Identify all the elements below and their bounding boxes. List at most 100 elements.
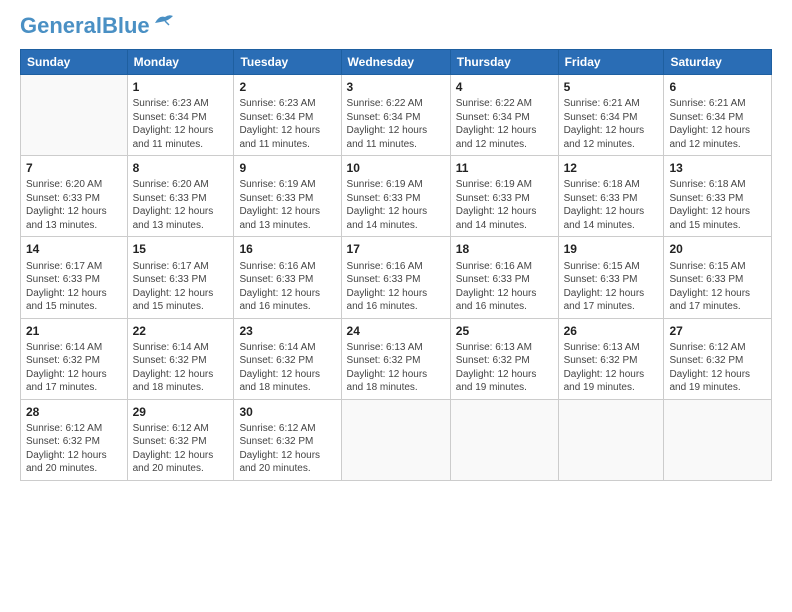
calendar-header-sunday: Sunday — [21, 50, 128, 75]
calendar-week-row: 14 Sunrise: 6:17 AM Sunset: 6:33 PM Dayli… — [21, 237, 772, 318]
day-number: 17 — [347, 241, 445, 257]
logo: GeneralBlue — [20, 15, 175, 37]
day-number: 5 — [564, 79, 659, 95]
day-info: Sunrise: 6:19 AM Sunset: 6:33 PM Dayligh… — [347, 178, 445, 232]
calendar-header-monday: Monday — [127, 50, 234, 75]
day-number: 4 — [456, 79, 553, 95]
day-info: Sunrise: 6:12 AM Sunset: 6:32 PM Dayligh… — [133, 422, 229, 476]
page: GeneralBlue SundayMondayTuesdayWednesday… — [0, 0, 792, 612]
day-info: Sunrise: 6:13 AM Sunset: 6:32 PM Dayligh… — [456, 341, 553, 395]
calendar-cell: 10 Sunrise: 6:19 AM Sunset: 6:33 PM Dayli… — [341, 156, 450, 237]
calendar-cell: 19 Sunrise: 6:15 AM Sunset: 6:33 PM Dayli… — [558, 237, 664, 318]
day-info: Sunrise: 6:16 AM Sunset: 6:33 PM Dayligh… — [347, 260, 445, 314]
calendar-cell — [450, 399, 558, 480]
day-number: 25 — [456, 323, 553, 339]
calendar-header-friday: Friday — [558, 50, 664, 75]
day-number: 2 — [239, 79, 335, 95]
calendar-cell — [21, 75, 128, 156]
day-number: 18 — [456, 241, 553, 257]
calendar-cell: 14 Sunrise: 6:17 AM Sunset: 6:33 PM Dayli… — [21, 237, 128, 318]
day-info: Sunrise: 6:19 AM Sunset: 6:33 PM Dayligh… — [239, 178, 335, 232]
day-info: Sunrise: 6:23 AM Sunset: 6:34 PM Dayligh… — [133, 97, 229, 151]
calendar-cell: 7 Sunrise: 6:20 AM Sunset: 6:33 PM Daylig… — [21, 156, 128, 237]
day-number: 9 — [239, 160, 335, 176]
day-info: Sunrise: 6:12 AM Sunset: 6:32 PM Dayligh… — [669, 341, 766, 395]
calendar-week-row: 28Sunrise: 6:12 AM Sunset: 6:32 PM Dayli… — [21, 399, 772, 480]
logo-blue: Blue — [102, 13, 150, 38]
day-info: Sunrise: 6:12 AM Sunset: 6:32 PM Dayligh… — [239, 422, 335, 476]
day-info: Sunrise: 6:14 AM Sunset: 6:32 PM Dayligh… — [133, 341, 229, 395]
day-info: Sunrise: 6:20 AM Sunset: 6:33 PM Dayligh… — [26, 178, 122, 232]
calendar-header-thursday: Thursday — [450, 50, 558, 75]
day-number: 19 — [564, 241, 659, 257]
day-info: Sunrise: 6:17 AM Sunset: 6:33 PM Dayligh… — [133, 260, 229, 314]
calendar-cell — [558, 399, 664, 480]
day-number: 20 — [669, 241, 766, 257]
calendar-week-row: 21 Sunrise: 6:14 AM Sunset: 6:32 PM Dayli… — [21, 318, 772, 399]
day-number: 16 — [239, 241, 335, 257]
day-number: 21 — [26, 323, 122, 339]
calendar-cell: 5 Sunrise: 6:21 AM Sunset: 6:34 PM Daylig… — [558, 75, 664, 156]
logo-bird-icon — [153, 13, 175, 31]
day-number: 26 — [564, 323, 659, 339]
calendar-cell: 15 Sunrise: 6:17 AM Sunset: 6:33 PM Dayli… — [127, 237, 234, 318]
calendar-cell: 25 Sunrise: 6:13 AM Sunset: 6:32 PM Dayli… — [450, 318, 558, 399]
calendar-cell: 22 Sunrise: 6:14 AM Sunset: 6:32 PM Dayli… — [127, 318, 234, 399]
day-number: 11 — [456, 160, 553, 176]
day-info: Sunrise: 6:16 AM Sunset: 6:33 PM Dayligh… — [239, 260, 335, 314]
day-info: Sunrise: 6:21 AM Sunset: 6:34 PM Dayligh… — [669, 97, 766, 151]
calendar-cell: 21 Sunrise: 6:14 AM Sunset: 6:32 PM Dayli… — [21, 318, 128, 399]
calendar-cell: 1Sunrise: 6:23 AM Sunset: 6:34 PM Daylig… — [127, 75, 234, 156]
logo-general: General — [20, 13, 102, 38]
calendar-cell: 9 Sunrise: 6:19 AM Sunset: 6:33 PM Daylig… — [234, 156, 341, 237]
day-info: Sunrise: 6:13 AM Sunset: 6:32 PM Dayligh… — [347, 341, 445, 395]
day-number: 22 — [133, 323, 229, 339]
calendar-header-row: SundayMondayTuesdayWednesdayThursdayFrid… — [21, 50, 772, 75]
day-info: Sunrise: 6:14 AM Sunset: 6:32 PM Dayligh… — [239, 341, 335, 395]
day-info: Sunrise: 6:18 AM Sunset: 6:33 PM Dayligh… — [669, 178, 766, 232]
day-info: Sunrise: 6:17 AM Sunset: 6:33 PM Dayligh… — [26, 260, 122, 314]
day-info: Sunrise: 6:14 AM Sunset: 6:32 PM Dayligh… — [26, 341, 122, 395]
calendar-cell: 20 Sunrise: 6:15 AM Sunset: 6:33 PM Dayli… — [664, 237, 772, 318]
day-number: 23 — [239, 323, 335, 339]
day-number: 14 — [26, 241, 122, 257]
day-info: Sunrise: 6:21 AM Sunset: 6:34 PM Dayligh… — [564, 97, 659, 151]
calendar-cell: 12 Sunrise: 6:18 AM Sunset: 6:33 PM Dayli… — [558, 156, 664, 237]
day-info: Sunrise: 6:22 AM Sunset: 6:34 PM Dayligh… — [347, 97, 445, 151]
calendar-cell: 2Sunrise: 6:23 AM Sunset: 6:34 PM Daylig… — [234, 75, 341, 156]
calendar-week-row: 7 Sunrise: 6:20 AM Sunset: 6:33 PM Daylig… — [21, 156, 772, 237]
calendar-table: SundayMondayTuesdayWednesdayThursdayFrid… — [20, 49, 772, 481]
day-info: Sunrise: 6:12 AM Sunset: 6:32 PM Dayligh… — [26, 422, 122, 476]
day-number: 15 — [133, 241, 229, 257]
day-info: Sunrise: 6:18 AM Sunset: 6:33 PM Dayligh… — [564, 178, 659, 232]
day-number: 30 — [239, 404, 335, 420]
day-info: Sunrise: 6:22 AM Sunset: 6:34 PM Dayligh… — [456, 97, 553, 151]
calendar-cell: 29Sunrise: 6:12 AM Sunset: 6:32 PM Dayli… — [127, 399, 234, 480]
day-number: 12 — [564, 160, 659, 176]
day-number: 27 — [669, 323, 766, 339]
calendar-week-row: 1Sunrise: 6:23 AM Sunset: 6:34 PM Daylig… — [21, 75, 772, 156]
logo-text: GeneralBlue — [20, 15, 150, 37]
calendar-cell: 3 Sunrise: 6:22 AM Sunset: 6:34 PM Daylig… — [341, 75, 450, 156]
calendar-header-wednesday: Wednesday — [341, 50, 450, 75]
day-info: Sunrise: 6:15 AM Sunset: 6:33 PM Dayligh… — [564, 260, 659, 314]
day-info: Sunrise: 6:16 AM Sunset: 6:33 PM Dayligh… — [456, 260, 553, 314]
day-number: 7 — [26, 160, 122, 176]
day-info: Sunrise: 6:13 AM Sunset: 6:32 PM Dayligh… — [564, 341, 659, 395]
calendar-cell: 11Sunrise: 6:19 AM Sunset: 6:33 PM Dayli… — [450, 156, 558, 237]
day-number: 13 — [669, 160, 766, 176]
day-number: 6 — [669, 79, 766, 95]
calendar-cell: 13 Sunrise: 6:18 AM Sunset: 6:33 PM Dayli… — [664, 156, 772, 237]
day-number: 24 — [347, 323, 445, 339]
day-number: 10 — [347, 160, 445, 176]
calendar-cell — [664, 399, 772, 480]
calendar-cell: 17 Sunrise: 6:16 AM Sunset: 6:33 PM Dayli… — [341, 237, 450, 318]
calendar-header-saturday: Saturday — [664, 50, 772, 75]
day-number: 8 — [133, 160, 229, 176]
day-info: Sunrise: 6:15 AM Sunset: 6:33 PM Dayligh… — [669, 260, 766, 314]
calendar-cell: 27 Sunrise: 6:12 AM Sunset: 6:32 PM Dayli… — [664, 318, 772, 399]
day-number: 3 — [347, 79, 445, 95]
header: GeneralBlue — [20, 15, 772, 37]
calendar-cell: 28Sunrise: 6:12 AM Sunset: 6:32 PM Dayli… — [21, 399, 128, 480]
calendar-cell: 24 Sunrise: 6:13 AM Sunset: 6:32 PM Dayli… — [341, 318, 450, 399]
